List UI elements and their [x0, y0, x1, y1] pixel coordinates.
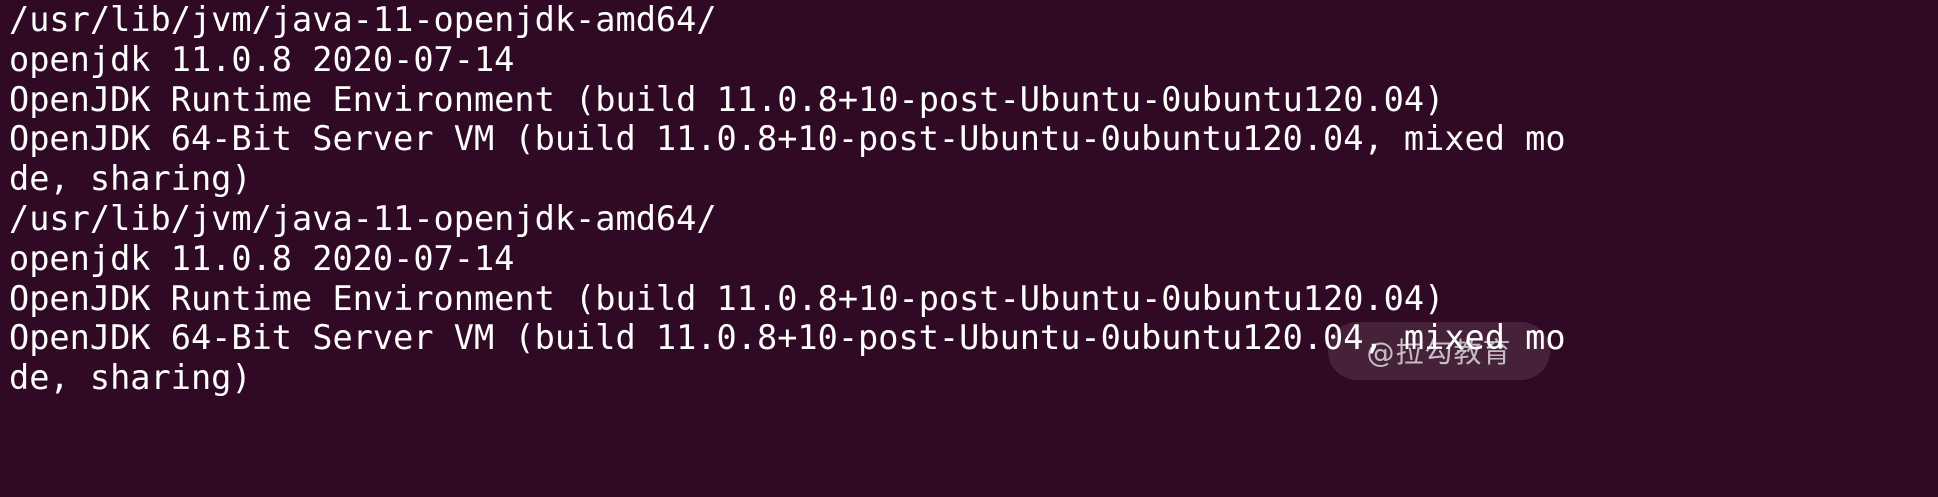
watermark: @拉勾教育	[1328, 322, 1550, 380]
terminal-line: OpenJDK Runtime Environment (build 11.0.…	[9, 79, 1445, 119]
terminal-line: openjdk 11.0.8 2020-07-14	[9, 238, 515, 278]
terminal-line: openjdk 11.0.8 2020-07-14	[9, 39, 515, 79]
terminal-line: /usr/lib/jvm/java-11-openjdk-amd64/	[9, 0, 717, 39]
terminal-line: de, sharing)	[9, 159, 252, 199]
terminal-line: OpenJDK 64-Bit Server VM (build 11.0.8+1…	[9, 119, 1566, 159]
terminal-line: OpenJDK Runtime Environment (build 11.0.…	[9, 278, 1445, 318]
terminal-line: /usr/lib/jvm/java-11-openjdk-amd64/	[9, 198, 717, 238]
